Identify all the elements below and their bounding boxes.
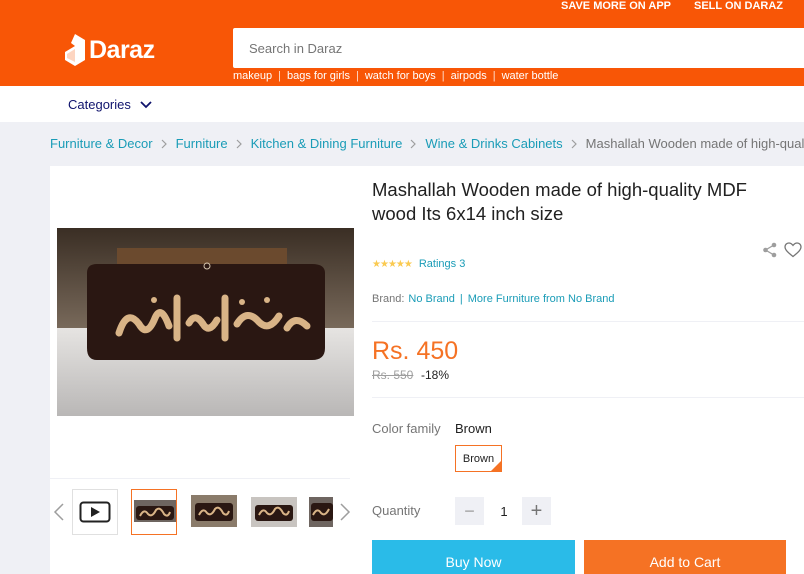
sell-on-daraz-link[interactable]: SELL ON DARAZ	[694, 0, 783, 12]
chevron-right-icon	[236, 139, 243, 149]
star-icon: ★	[403, 259, 413, 270]
quantity-increase-button[interactable]: +	[522, 497, 551, 525]
discount-badge: -18%	[421, 368, 450, 382]
brand-label: Brand:	[372, 293, 405, 305]
keyword-link[interactable]: water bottle	[502, 70, 559, 82]
chevron-right-icon	[161, 139, 168, 149]
keyword-divider: |	[278, 70, 281, 82]
star-icon: ★	[395, 259, 405, 270]
categories-menu[interactable]: Categories	[68, 97, 152, 112]
color-family-label: Color family	[372, 421, 441, 436]
category-bar: Categories	[0, 86, 804, 122]
quantity-decrease-button[interactable]: −	[455, 497, 484, 525]
quantity-value[interactable]: 1	[486, 497, 522, 525]
chevron-right-icon[interactable]	[339, 503, 351, 526]
quantity-label: Quantity	[372, 503, 421, 518]
product-thumbnail[interactable]	[191, 489, 237, 535]
product-thumbnail[interactable]	[309, 489, 333, 535]
star-rating: ★★★★★	[372, 258, 413, 270]
product-price: Rs. 450	[372, 337, 459, 365]
categories-label: Categories	[68, 97, 131, 112]
chevron-right-icon	[410, 139, 417, 149]
chevron-down-icon	[140, 100, 152, 108]
product-thumbnail[interactable]	[251, 489, 297, 535]
more-from-brand-link[interactable]: More Furniture from No Brand	[468, 293, 615, 305]
buy-now-button[interactable]: Buy Now	[372, 540, 575, 574]
selected-check-icon	[491, 461, 501, 471]
save-more-on-app-link[interactable]: SAVE MORE ON APP	[561, 0, 671, 12]
divider	[372, 321, 804, 322]
heart-icon[interactable]	[784, 242, 802, 263]
keyword-link[interactable]: airpods	[451, 70, 487, 82]
add-to-cart-button[interactable]: Add to Cart	[584, 540, 786, 574]
search-bar	[233, 28, 804, 68]
plus-icon: +	[530, 499, 543, 522]
chevron-right-icon	[571, 139, 578, 149]
minus-icon: −	[464, 500, 475, 521]
ratings-link[interactable]: Ratings 3	[419, 258, 465, 270]
product-thumbnail[interactable]	[131, 489, 177, 535]
original-price: Rs. 550	[372, 368, 414, 382]
breadcrumb-link[interactable]: Furniture	[176, 136, 228, 151]
logo-text: Daraz	[89, 35, 155, 64]
site-header: SAVE MORE ON APP SELL ON DARAZ Daraz mak…	[0, 0, 804, 86]
product-main-image[interactable]	[57, 228, 354, 416]
keyword-divider: |	[355, 70, 359, 82]
color-option-brown[interactable]: Brown	[455, 445, 502, 472]
video-thumbnail[interactable]	[72, 489, 118, 535]
breadcrumb-current: Mashallah Wooden made of high-quality MD…	[585, 136, 804, 151]
search-keywords: makeup | bags for girls | watch for boys…	[233, 70, 558, 82]
keyword-link[interactable]: makeup	[233, 70, 272, 82]
thumbnail-strip	[50, 478, 351, 538]
product-photo	[57, 228, 354, 416]
star-icon: ★	[379, 259, 389, 270]
keyword-link[interactable]: bags for girls	[287, 70, 350, 82]
product-title: Mashallah Wooden made of high-quality MD…	[372, 179, 747, 224]
share-icon[interactable]	[762, 242, 778, 263]
breadcrumb: Furniture & Decor Furniture Kitchen & Di…	[50, 136, 804, 151]
divider	[372, 397, 804, 398]
search-input[interactable]	[233, 28, 804, 68]
keyword-divider: |	[441, 70, 445, 82]
brand-row: Brand: No Brand | More Furniture from No…	[372, 293, 614, 305]
breadcrumb-link[interactable]: Furniture & Decor	[50, 136, 153, 151]
keyword-divider: |	[492, 70, 496, 82]
star-icon: ★	[372, 259, 381, 270]
color-option-label: Brown	[462, 452, 495, 465]
keyword-link[interactable]: watch for boys	[365, 70, 436, 82]
chevron-left-icon[interactable]	[53, 503, 65, 526]
play-video-icon	[79, 501, 111, 523]
daraz-logo-icon	[65, 34, 85, 66]
star-icon: ★	[387, 259, 397, 270]
brand-divider: |	[459, 293, 463, 305]
color-family-value: Brown	[455, 421, 492, 436]
breadcrumb-link[interactable]: Kitchen & Dining Furniture	[251, 136, 403, 151]
breadcrumb-link[interactable]: Wine & Drinks Cabinets	[425, 136, 562, 151]
product-rating: ★★★★★ Ratings 3	[372, 258, 465, 270]
brand-link[interactable]: No Brand	[408, 293, 454, 305]
daraz-logo[interactable]: Daraz	[65, 32, 155, 68]
